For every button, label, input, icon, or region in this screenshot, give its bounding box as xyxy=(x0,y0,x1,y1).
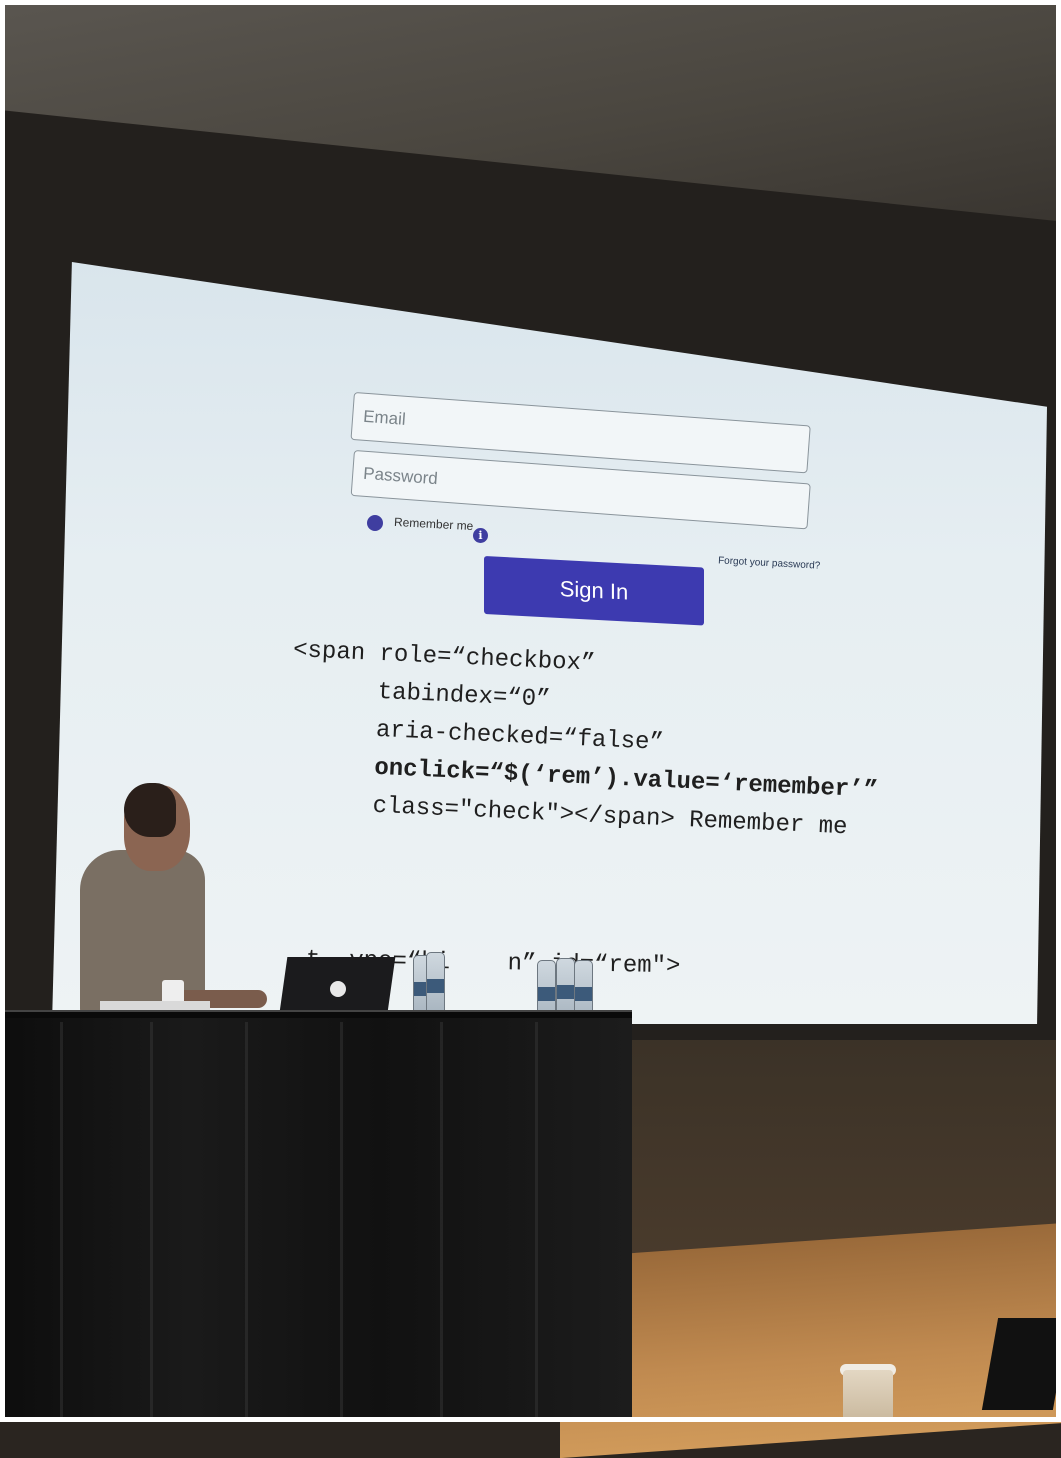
remember-me-checkbox[interactable] xyxy=(367,515,383,531)
code-line-1: <span role=“checkbox” xyxy=(292,636,596,678)
code-line-2: tabindex=“0” xyxy=(290,674,552,714)
code-snippet: <span role=“checkbox” tabindex=“0” aria-… xyxy=(285,632,884,849)
info-icon[interactable]: i xyxy=(473,528,488,543)
password-placeholder: Password xyxy=(362,463,439,489)
apple-logo-icon xyxy=(330,981,346,997)
coffee-cup xyxy=(843,1370,893,1422)
stage-floor xyxy=(560,1221,1061,1458)
email-placeholder: Email xyxy=(362,406,407,429)
skirt-fold xyxy=(535,1022,538,1422)
presenter-hair xyxy=(124,783,176,837)
sign-in-button[interactable]: Sign In xyxy=(484,556,704,626)
skirt-fold xyxy=(440,1022,443,1422)
skirt-fold xyxy=(150,1022,153,1422)
code-line-3: aria-checked=“false” xyxy=(289,712,665,757)
water-bottle xyxy=(426,952,445,1014)
skirt-fold xyxy=(340,1022,343,1422)
skirt-fold xyxy=(245,1022,248,1422)
skirt-fold xyxy=(60,1022,63,1422)
